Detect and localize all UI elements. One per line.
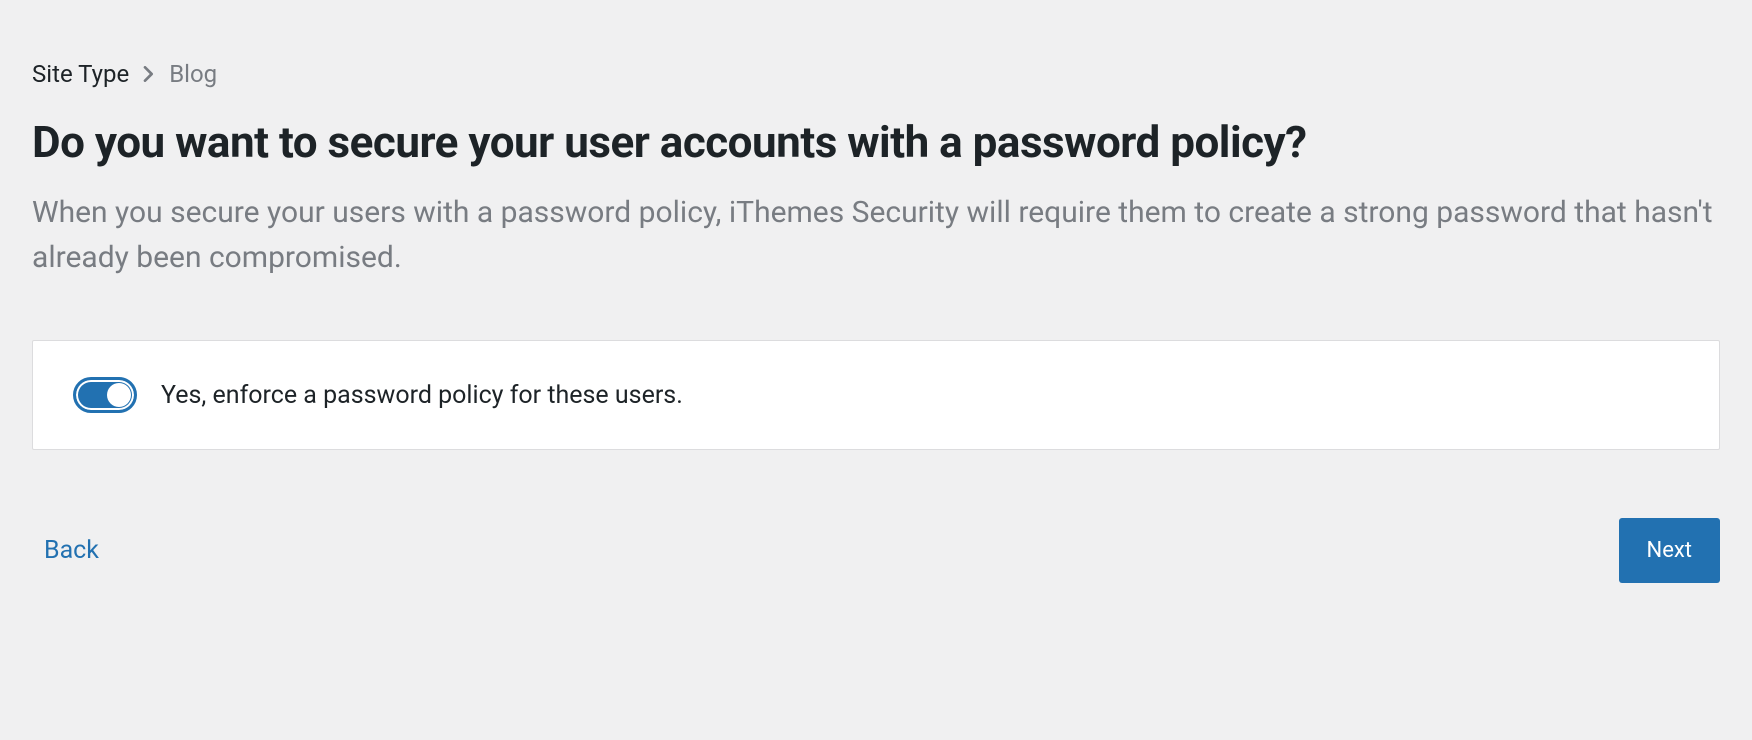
password-policy-toggle[interactable] — [73, 377, 137, 413]
password-policy-option-card: Yes, enforce a password policy for these… — [32, 340, 1720, 450]
breadcrumb-parent[interactable]: Site Type — [32, 60, 129, 88]
next-button[interactable]: Next — [1619, 518, 1720, 583]
page-title: Do you want to secure your user accounts… — [32, 116, 1720, 168]
toggle-knob — [107, 383, 131, 407]
breadcrumb: Site Type Blog — [32, 60, 1720, 88]
page-subtitle: When you secure your users with a passwo… — [32, 190, 1720, 280]
breadcrumb-current: Blog — [169, 60, 217, 88]
actions-row: Back Next — [32, 518, 1720, 583]
back-button[interactable]: Back — [32, 528, 111, 573]
toggle-label: Yes, enforce a password policy for these… — [161, 381, 683, 410]
chevron-right-icon — [143, 66, 155, 82]
